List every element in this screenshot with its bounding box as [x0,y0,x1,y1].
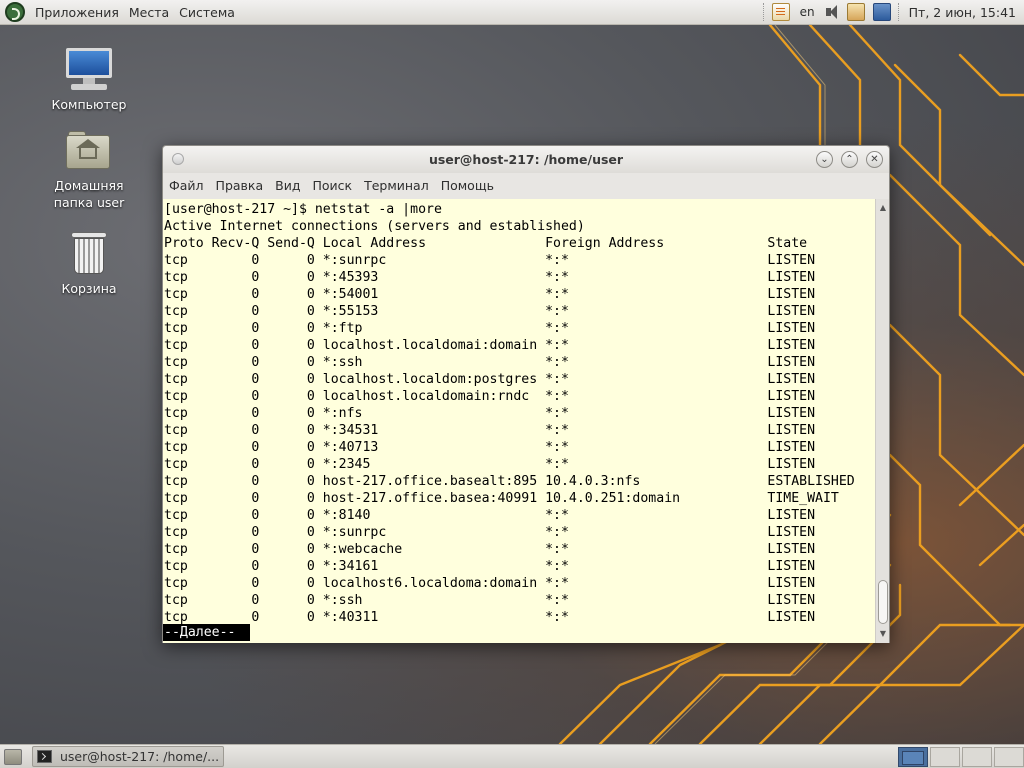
terminal-line: tcp 0 0 host-217.office.basealt:895 10.4… [164,474,855,489]
terminal-line: tcp 0 0 *:8140 *:* LISTEN [164,508,816,523]
terminal-line: tcp 0 0 *:webcache *:* LISTEN [164,542,816,557]
notes-icon[interactable] [771,3,790,21]
desktop-icon-label: Компьютер [51,97,127,112]
terminal-line: tcp 0 0 localhost.localdomain:rndc *:* L… [164,389,816,404]
window-title: user@host-217: /home/user [428,152,624,167]
terminal-line: tcp 0 0 localhost.localdom:postgres *:* … [164,372,816,387]
taskbar-window-button[interactable]: user@host-217: /home/... [32,746,224,767]
terminal-line: Active Internet connections (servers and… [164,219,585,234]
bottom-panel: user@host-217: /home/... [0,744,1024,768]
terminal-line: tcp 0 0 *:40713 *:* LISTEN [164,440,816,455]
workspace-2[interactable] [930,746,960,767]
tray-separator [762,3,765,21]
desktop-icon-computer[interactable]: Компьютер [29,48,149,113]
trash-icon [71,232,107,276]
menu-system[interactable]: Система [174,0,240,25]
menu-file[interactable]: Файл [163,174,210,198]
terminal-line: tcp 0 0 *:2345 *:* LISTEN [164,457,816,472]
terminal-line: tcp 0 0 *:sunrpc *:* LISTEN [164,253,816,268]
terminal-line: Proto Recv-Q Send-Q Local Address Foreig… [164,236,808,251]
terminal-line: tcp 0 0 *:ssh *:* LISTEN [164,593,816,608]
minimize-button[interactable]: ⌄ [816,151,833,168]
menu-edit[interactable]: Правка [210,174,270,198]
more-pager-prompt: --Далее-- [163,624,251,641]
window-titlebar[interactable]: user@host-217: /home/user ⌄ ⌃ ✕ [163,146,889,173]
terminal-line: tcp 0 0 localhost.localdomai:domain *:* … [164,338,816,353]
volume-icon[interactable] [825,3,839,21]
terminal-line: tcp 0 0 *:34161 *:* LISTEN [164,559,816,574]
menu-terminal[interactable]: Терминал [358,174,435,198]
terminal-scrollbar[interactable]: ▲ ▼ [875,199,889,643]
terminal-menubar: Файл Правка Вид Поиск Терминал Помощь [163,174,889,198]
terminal-cursor [235,624,250,641]
terminal-output[interactable]: [user@host-217 ~]$ netstat -a |more Acti… [163,199,875,643]
menu-view[interactable]: Вид [269,174,306,198]
terminal-line: tcp 0 0 localhost6.localdoma:domain *:* … [164,576,816,591]
system-tray: en Пт, 2 июн, 15:41 [760,0,1024,25]
terminal-line: [user@host-217 ~]$ netstat -a |more [164,202,442,217]
terminal-line: tcp 0 0 *:ftp *:* LISTEN [164,321,816,336]
scroll-up-arrow-icon[interactable]: ▲ [876,201,890,215]
terminal-window: user@host-217: /home/user ⌄ ⌃ ✕ Файл Пра… [162,145,890,643]
top-panel: Приложения Места Система en Пт, 2 июн, 1… [0,0,1024,25]
terminal-icon [37,750,52,763]
desktop-icon-trash[interactable]: Корзина [29,232,149,297]
menu-help[interactable]: Помощь [435,174,500,198]
network-icon[interactable] [872,3,891,21]
terminal-line: tcp 0 0 *:sunrpc *:* LISTEN [164,525,816,540]
scrollbar-thumb[interactable] [878,580,888,624]
menu-search[interactable]: Поиск [306,174,358,198]
terminal-line: tcp 0 0 *:ssh *:* LISTEN [164,355,816,370]
taskbar-window-label: user@host-217: /home/... [60,749,220,764]
keyboard-layout-indicator[interactable]: en [794,5,821,19]
scroll-down-arrow-icon[interactable]: ▼ [876,627,890,641]
desktop-icon-label: Корзина [61,281,117,296]
show-desktop-button[interactable] [4,748,22,765]
menu-applications[interactable]: Приложения [30,0,124,25]
maximize-button[interactable]: ⌃ [841,151,858,168]
computer-icon [65,48,113,92]
terminal-line: tcp 0 0 *:nfs *:* LISTEN [164,406,816,421]
terminal-line: tcp 0 0 *:45393 *:* LISTEN [164,270,816,285]
terminal-line: tcp 0 0 *:54001 *:* LISTEN [164,287,816,302]
close-button[interactable]: ✕ [866,151,883,168]
clipboard-icon[interactable] [846,3,865,21]
clock[interactable]: Пт, 2 июн, 15:41 [903,5,1024,20]
desktop-icon-label: Домашняя папка user [53,178,125,210]
terminal-line: tcp 0 0 *:34531 *:* LISTEN [164,423,816,438]
more-pager-label: --Далее-- [164,625,236,640]
home-folder-icon [66,131,112,171]
workspace-4[interactable] [994,746,1024,767]
terminal-line: tcp 0 0 *:55153 *:* LISTEN [164,304,816,319]
terminal-line: tcp 0 0 host-217.office.basea:40991 10.4… [164,491,839,506]
workspace-1[interactable] [898,746,928,767]
desktop-icon-home[interactable]: Домашняя папка user [29,131,149,211]
terminal-line: tcp 0 0 *:40311 *:* LISTEN [164,610,816,625]
tray-separator [897,3,900,21]
terminal-text: [user@host-217 ~]$ netstat -a |more Acti… [163,199,875,626]
workspace-switcher [896,745,1024,768]
workspace-3[interactable] [962,746,992,767]
distro-menu-icon[interactable] [5,2,25,22]
menu-places[interactable]: Места [124,0,174,25]
